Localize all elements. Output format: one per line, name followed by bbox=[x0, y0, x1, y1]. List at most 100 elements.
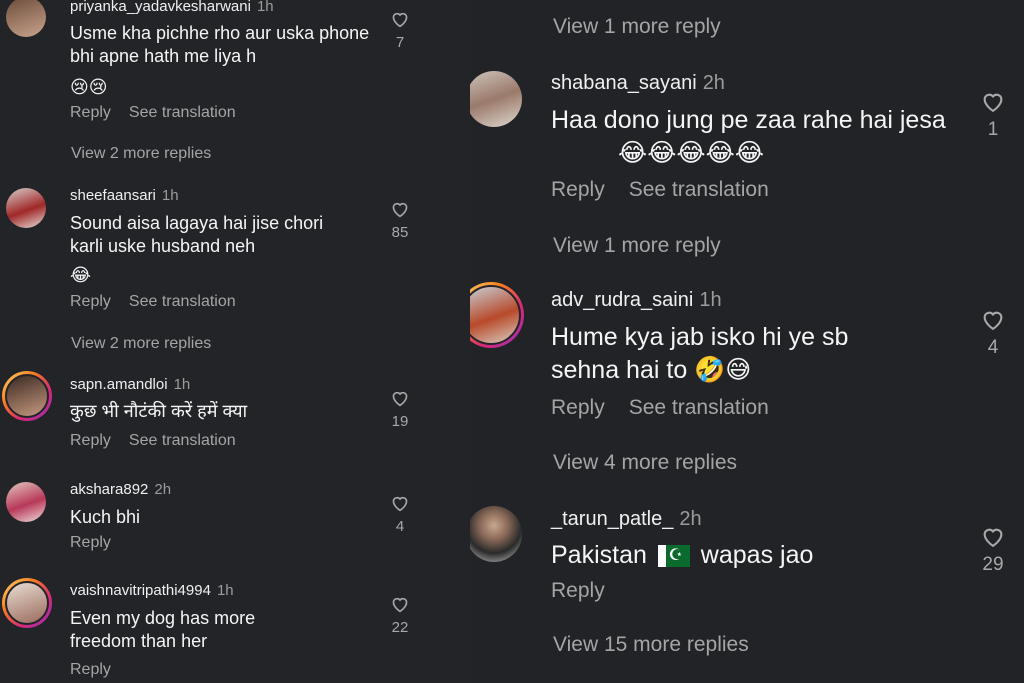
see-translation-button[interactable]: See translation bbox=[129, 432, 236, 449]
comment-text: Hume kya jab isko hi ye sb sehna hai to … bbox=[551, 321, 911, 386]
username[interactable]: _tarun_patle_ bbox=[551, 508, 673, 530]
comment-text: Haa dono jung pe zaa rahe hai jesa bbox=[551, 104, 946, 137]
username[interactable]: vaishnavitripathi4994 bbox=[70, 582, 211, 599]
username[interactable]: priyanka_yadavkesharwani bbox=[70, 0, 251, 15]
comment-header: priyanka_yadavkesharwani 1h bbox=[70, 0, 274, 15]
avatar[interactable] bbox=[470, 506, 522, 562]
story-avatar[interactable] bbox=[2, 578, 52, 628]
username[interactable]: adv_rudra_saini bbox=[551, 289, 693, 311]
comment-text-before: Pakistan bbox=[551, 541, 647, 569]
username[interactable]: akshara892 bbox=[70, 481, 148, 498]
like-count: 1 bbox=[987, 119, 999, 140]
reply-button[interactable]: Reply bbox=[551, 579, 605, 602]
view-more-replies[interactable]: View 15 more replies bbox=[553, 633, 749, 657]
view-more-replies[interactable]: View 2 more replies bbox=[71, 145, 211, 163]
left-comments-panel: priyanka_yadavkesharwani 1h Usme kha pich… bbox=[0, 0, 470, 683]
view-more-replies[interactable]: View 4 more replies bbox=[553, 451, 737, 475]
heart-icon bbox=[392, 496, 408, 512]
see-translation-button[interactable]: See translation bbox=[629, 178, 769, 201]
like-count: 85 bbox=[391, 224, 409, 241]
comment-text: Pakistan ☪ wapas jao bbox=[551, 539, 813, 572]
heart-icon bbox=[983, 93, 1003, 113]
avatar[interactable] bbox=[6, 0, 46, 37]
view-more-replies[interactable]: View 1 more reply bbox=[553, 234, 721, 258]
heart-icon bbox=[392, 202, 408, 218]
comment-emoji: 😂 bbox=[70, 265, 92, 286]
heart-icon bbox=[983, 528, 1003, 548]
like-button[interactable]: 1 bbox=[975, 90, 1011, 141]
like-count: 4 bbox=[987, 337, 999, 358]
right-comments-panel: View 1 more reply shabana_sayani 2h Haa d… bbox=[470, 0, 1024, 683]
comment-text-body: Haa dono jung pe zaa rahe hai jesa bbox=[551, 106, 946, 134]
reply-button[interactable]: Reply bbox=[70, 104, 111, 121]
comment-actions: Reply bbox=[70, 661, 129, 679]
comment-header: shabana_sayani 2h bbox=[551, 72, 725, 95]
comment-actions: Reply See translation bbox=[70, 293, 254, 311]
comment-header: adv_rudra_saini 1h bbox=[551, 289, 722, 312]
comment-emoji: 😂😂😂😂😂 bbox=[618, 138, 765, 167]
story-avatar[interactable] bbox=[470, 282, 524, 348]
reply-button[interactable]: Reply bbox=[551, 178, 605, 201]
heart-icon bbox=[392, 391, 408, 407]
timestamp: 1h bbox=[161, 187, 179, 204]
reply-button[interactable]: Reply bbox=[551, 396, 605, 419]
timestamp: 1h bbox=[216, 582, 234, 599]
username[interactable]: sapn.amandloi bbox=[70, 376, 168, 393]
comment-text: कुछ भी नौटंकी करें हमें क्या bbox=[70, 401, 248, 421]
like-count: 29 bbox=[982, 554, 1004, 575]
comment-actions: Reply See translation bbox=[70, 104, 254, 122]
see-translation-button[interactable]: See translation bbox=[129, 104, 236, 121]
username[interactable]: sheefaansari bbox=[70, 187, 156, 204]
like-button[interactable]: 19 bbox=[385, 389, 415, 430]
comment-header: akshara892 2h bbox=[70, 481, 171, 498]
like-button[interactable]: 29 bbox=[975, 525, 1011, 576]
comment-header: sheefaansari 1h bbox=[70, 187, 179, 204]
like-count: 7 bbox=[395, 34, 405, 51]
timestamp: 2h bbox=[679, 508, 702, 530]
comment-emoji: 😢😢 bbox=[70, 77, 108, 98]
reply-button[interactable]: Reply bbox=[70, 432, 111, 449]
reply-button[interactable]: Reply bbox=[70, 661, 111, 678]
timestamp: 2h bbox=[702, 72, 725, 94]
like-button[interactable]: 7 bbox=[385, 10, 415, 51]
comment-text: Sound aisa lagaya hai jise chori karli u… bbox=[70, 213, 324, 257]
like-button[interactable]: 22 bbox=[385, 595, 415, 636]
avatar[interactable] bbox=[6, 188, 46, 228]
like-count: 22 bbox=[391, 619, 409, 636]
comment-actions: Reply bbox=[70, 534, 129, 552]
see-translation-button[interactable]: See translation bbox=[629, 396, 769, 419]
heart-icon bbox=[392, 597, 408, 613]
like-button[interactable]: 4 bbox=[975, 308, 1011, 359]
story-avatar[interactable] bbox=[2, 371, 52, 421]
like-button[interactable]: 85 bbox=[385, 200, 415, 241]
pakistan-flag-icon: ☪ bbox=[657, 545, 690, 568]
reply-button[interactable]: Reply bbox=[70, 534, 111, 551]
username[interactable]: shabana_sayani bbox=[551, 72, 697, 94]
comment-text: Usme kha pichhe rho aur uska phone bhi a… bbox=[70, 23, 370, 67]
heart-icon bbox=[392, 12, 408, 28]
comment-actions: Reply See translation bbox=[70, 432, 254, 450]
view-more-replies[interactable]: View 2 more replies bbox=[71, 335, 211, 353]
like-count: 4 bbox=[395, 518, 405, 535]
comment-header: sapn.amandloi 1h bbox=[70, 376, 190, 393]
comment-text: Kuch bhi bbox=[70, 507, 141, 527]
reply-button[interactable]: Reply bbox=[70, 293, 111, 310]
comment-text-after: wapas jao bbox=[700, 541, 814, 569]
like-button[interactable]: 4 bbox=[385, 494, 415, 535]
like-count: 19 bbox=[391, 413, 409, 430]
heart-icon bbox=[983, 311, 1003, 331]
timestamp: 1h bbox=[256, 0, 274, 15]
avatar[interactable] bbox=[470, 71, 522, 127]
comment-header: vaishnavitripathi4994 1h bbox=[70, 582, 234, 599]
comment-emoji: 🤣😅 bbox=[694, 354, 752, 384]
timestamp: 1h bbox=[699, 289, 722, 311]
view-more-replies[interactable]: View 1 more reply bbox=[553, 15, 721, 39]
avatar[interactable] bbox=[6, 482, 46, 522]
comment-header: _tarun_patle_ 2h bbox=[551, 508, 702, 531]
see-translation-button[interactable]: See translation bbox=[129, 293, 236, 310]
comment-text: Even my dog has more freedom than her bbox=[70, 608, 256, 652]
comment-actions: Reply bbox=[551, 579, 623, 603]
comment-actions: Reply See translation bbox=[551, 178, 787, 202]
comment-actions: Reply See translation bbox=[551, 396, 787, 420]
timestamp: 2h bbox=[154, 481, 172, 498]
